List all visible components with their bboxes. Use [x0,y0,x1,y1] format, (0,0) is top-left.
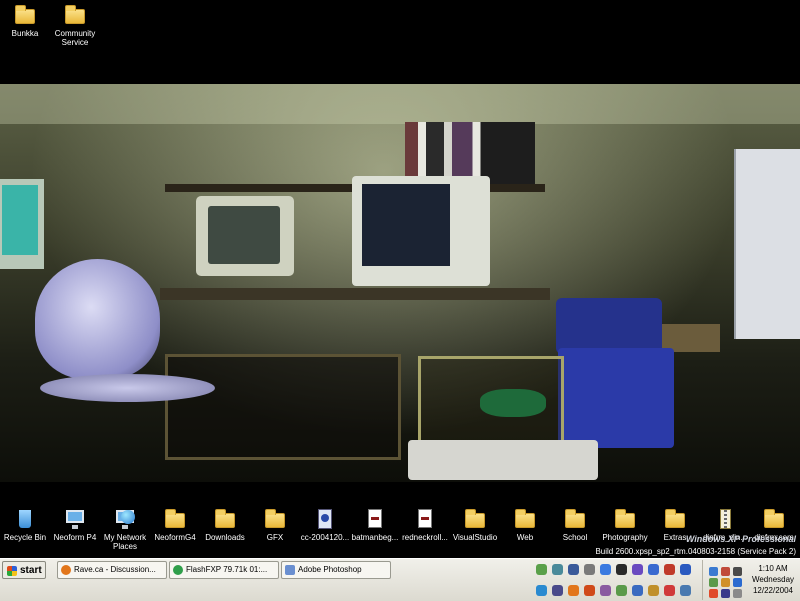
quick-launch-app-icon[interactable] [600,564,611,575]
start-label: start [20,565,42,576]
tray-network-icon[interactable] [709,567,718,576]
quick-launch-app-icon[interactable] [584,585,595,596]
wallpaper-monitor-crt [352,176,490,286]
folder-icon [664,508,686,530]
start-button[interactable]: start [2,561,46,579]
video-file-icon [314,508,336,530]
os-edition-watermark: Windows XP Professional [685,534,796,544]
quick-launch-toolbar [534,561,696,599]
tray-app-icon[interactable] [709,589,718,598]
quick-launch-app-icon[interactable] [680,585,691,596]
clock-day: Wednesday [751,575,795,584]
system-tray-icons [707,565,749,598]
quick-launch-app-icon[interactable] [632,564,643,575]
folder-icon [214,508,236,530]
tray-app-icon[interactable] [721,567,730,576]
folder-icon [564,508,586,530]
zip-file-icon [714,508,736,530]
wallpaper-books [405,122,535,184]
quick-launch-app-icon[interactable] [632,585,643,596]
quick-launch-app-icon[interactable] [552,564,563,575]
photoshop-icon [285,565,295,575]
computer-icon [64,508,86,530]
quick-launch-app-icon[interactable] [584,564,595,575]
folder-icon [514,508,536,530]
clock-time: 1:10 AM [758,564,788,573]
os-build-watermark: Build 2600.xpsp_sp2_rtm.040803-2158 (Ser… [595,547,796,556]
firefox-icon [61,565,71,575]
tray-app-icon[interactable] [709,578,718,587]
taskbar-button-firefox[interactable]: Rave.ca - Discussion... [57,561,167,579]
quick-launch-app-icon[interactable] [552,585,563,596]
wallpaper-monitor-imac [196,196,294,276]
quick-launch-app-icon[interactable] [648,564,659,575]
tray-app-icon[interactable] [721,578,730,587]
taskbar-button-photoshop[interactable]: Adobe Photoshop [281,561,391,579]
quick-launch-app-icon[interactable] [648,585,659,596]
desktop-icon-community-service[interactable]: Community Service [41,4,109,47]
taskbar-button-label: Adobe Photoshop [298,565,362,574]
network-places-icon [114,508,136,530]
wallpaper-white-bin [408,440,598,480]
quick-launch-app-icon[interactable] [680,564,691,575]
tray-app-icon[interactable] [733,589,742,598]
quick-launch-app-icon[interactable] [536,564,547,575]
quick-launch-app-icon[interactable] [568,564,579,575]
quick-launch-app-icon[interactable] [536,585,547,596]
taskbar-button-label: Rave.ca - Discussion... [74,565,156,574]
wallpaper-window-light [0,84,800,124]
wallpaper-laundry-basket [558,348,674,448]
quick-launch-app-icon[interactable] [616,564,627,575]
folder-icon [264,508,286,530]
folder-icon [14,4,36,26]
taskbar-button-flashfxp[interactable]: FlashFXP 79.71k 01:... [169,561,279,579]
tray-app-icon[interactable] [721,589,730,598]
clock-date: 12/22/2004 [752,586,794,595]
flashfxp-icon [173,565,183,575]
folder-icon [614,508,636,530]
desktop-wallpaper [0,84,800,482]
wallpaper-blue-bin [556,298,662,354]
taskbar-button-label: FlashFXP 79.71k 01:... [186,565,268,574]
document-icon [364,508,386,530]
wallpaper-desk [160,288,550,300]
quick-launch-app-icon[interactable] [664,585,675,596]
quick-launch-app-icon[interactable] [568,585,579,596]
wallpaper-drawers [734,149,800,339]
recycle-bin-icon [14,508,36,530]
document-icon [414,508,436,530]
folder-icon [464,508,486,530]
folder-icon [64,4,86,26]
wallpaper-green-cloth [480,389,546,417]
quick-launch-app-icon[interactable] [616,585,627,596]
tray-volume-icon[interactable] [733,567,742,576]
wallpaper-chair-seat [40,374,215,402]
clock[interactable]: 1:10 AM Wednesday 12/22/2004 [749,563,797,596]
windows-logo-icon [7,566,17,576]
wallpaper-monitor-left [0,179,44,269]
wallpaper-lower-shelf [165,354,401,460]
folder-icon [763,508,785,530]
taskbar: start Rave.ca - Discussion... FlashFXP 7… [0,558,800,601]
desktop-icon-label: Community Service [54,29,96,47]
notification-area: 1:10 AM Wednesday 12/22/2004 [702,560,799,600]
network-folder-icon [164,508,186,530]
wallpaper-chair-back [35,259,160,379]
quick-launch-app-icon[interactable] [664,564,675,575]
tray-app-icon[interactable] [733,578,742,587]
quick-launch-app-icon[interactable] [600,585,611,596]
